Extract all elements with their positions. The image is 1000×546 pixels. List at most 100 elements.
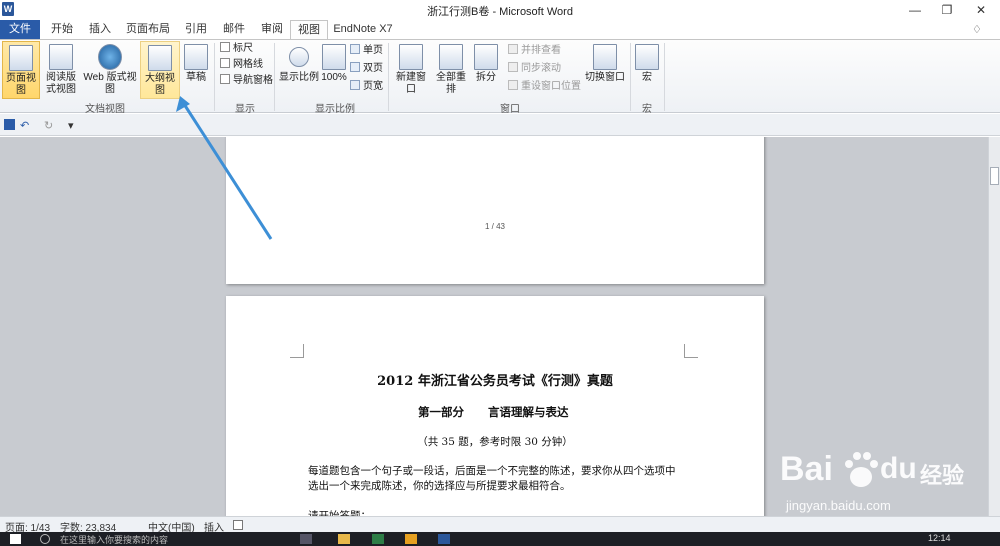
split-button[interactable]: 拆分 <box>472 41 500 99</box>
clock[interactable]: 12:14 <box>928 533 951 543</box>
page-width-button[interactable]: 页宽 <box>350 80 383 94</box>
taskview-icon[interactable] <box>300 534 312 544</box>
reset-window-position-button[interactable]: 重设窗口位置 <box>508 80 581 94</box>
ribbon-separator <box>388 43 389 111</box>
outline-view-button[interactable]: 大纲视图 <box>140 41 180 99</box>
side-by-side-label: 并排查看 <box>521 45 561 56</box>
two-pages-label: 双页 <box>363 63 383 74</box>
arrange-all-button[interactable]: 全部重排 <box>432 41 470 99</box>
tab-endnote[interactable]: EndNote X7 <box>332 20 394 39</box>
one-page-button[interactable]: 单页 <box>350 44 383 58</box>
switch-windows-label: 切换窗口 <box>585 72 625 83</box>
tab-file[interactable]: 文件 <box>0 20 40 39</box>
ribbon-collapse-icon[interactable]: ♢ <box>972 23 982 36</box>
zoom-button[interactable]: 显示比例 <box>278 41 320 99</box>
document-title[interactable]: 2012 年浙江省公务员考试《行测》真题 <box>226 370 764 389</box>
tab-mailings[interactable]: 邮件 <box>216 20 252 39</box>
zoom-100-button[interactable]: 100% <box>320 41 348 99</box>
minimize-button[interactable]: — <box>900 0 930 20</box>
page-width-label: 页宽 <box>363 81 383 92</box>
instruction-line-1[interactable]: 每道题包含一个句子或一段话，后面是一个不完整的陈述，要求你从四个选项中 <box>308 463 676 478</box>
group-label-zoom: 显示比例 <box>315 104 355 115</box>
tab-page-layout[interactable]: 页面布局 <box>122 20 174 39</box>
globe-icon <box>98 44 122 70</box>
customize-qat-icon[interactable]: ▾ <box>68 119 74 132</box>
navigation-pane-checkbox[interactable]: 导航窗格 <box>220 74 273 88</box>
start-answering[interactable]: 请开始答题： <box>308 508 371 516</box>
tab-review[interactable]: 审阅 <box>254 20 290 39</box>
checkbox-box <box>220 74 230 84</box>
ribbon-separator <box>630 43 631 111</box>
undo-icon[interactable]: ↶ <box>20 119 29 132</box>
page-1-bottom[interactable]: 1 / 43 <box>226 137 764 284</box>
page-100-icon <box>322 44 346 70</box>
windows-start-icon[interactable] <box>10 534 21 544</box>
web-layout-button[interactable]: Web 版式视图 <box>82 41 138 99</box>
gridlines-checkbox[interactable]: 网格线 <box>220 58 263 72</box>
sync-scroll-label: 同步滚动 <box>521 63 561 74</box>
reset-window-label: 重设窗口位置 <box>521 81 581 92</box>
macros-button[interactable]: 宏 <box>634 41 660 99</box>
page-view-icon <box>9 45 33 71</box>
instruction-line-2[interactable]: 选出一个来完成陈述，你的选择应与所提要求最相符合。 <box>308 478 571 493</box>
app-icon[interactable] <box>405 534 417 544</box>
taskbar-search-box[interactable]: 在这里输入你要搜索的内容 <box>60 533 168 546</box>
new-window-icon <box>399 44 423 70</box>
page-width-icon <box>350 80 360 90</box>
window-title: 浙江行测B卷 - Microsoft Word <box>427 6 573 18</box>
draft-view-button[interactable]: 草稿 <box>182 41 210 99</box>
scrollbar-thumb[interactable] <box>990 167 999 185</box>
one-page-icon <box>350 44 360 54</box>
outline-view-label: 大纲视图 <box>145 73 175 96</box>
watermark-brand: Bai <box>780 450 833 488</box>
ruler-label: 标尺 <box>233 43 253 54</box>
page-2[interactable]: 2012 年浙江省公务员考试《行测》真题 第一部分 言语理解与表达 （共 35 … <box>226 296 764 516</box>
reading-layout-label: 阅读版式视图 <box>46 72 76 95</box>
store-icon[interactable] <box>372 534 384 544</box>
floppy-icon[interactable] <box>4 119 15 130</box>
two-pages-button[interactable]: 双页 <box>350 62 383 76</box>
paw-icon <box>845 452 878 487</box>
search-icon[interactable] <box>40 534 50 544</box>
section-title[interactable]: 言语理解与表达 <box>488 404 569 420</box>
tab-home[interactable]: 开始 <box>44 20 80 39</box>
windows-taskbar: 在这里输入你要搜索的内容 12:14 <box>0 532 1000 546</box>
split-label: 拆分 <box>476 72 496 83</box>
arrange-all-label: 全部重排 <box>436 72 466 95</box>
close-button[interactable]: ✕ <box>966 0 996 20</box>
magnifier-icon <box>289 47 309 67</box>
sync-scroll-button[interactable]: 同步滚动 <box>508 62 561 76</box>
maximize-button[interactable]: ❐ <box>932 0 962 20</box>
ruler-checkbox[interactable]: 标尺 <box>220 42 253 56</box>
ribbon-separator <box>274 43 275 111</box>
quick-access-toolbar: ↶ ↻ ▾ <box>0 114 1000 136</box>
word-taskbar-icon[interactable] <box>438 534 450 544</box>
new-window-button[interactable]: 新建窗口 <box>392 41 430 99</box>
switch-windows-button[interactable]: 切换窗口 <box>584 41 626 99</box>
tab-view[interactable]: 视图 <box>290 20 328 40</box>
group-label-macro: 宏 <box>642 104 652 115</box>
book-icon <box>49 44 73 70</box>
outline-icon <box>148 45 172 71</box>
margin-corner-mark <box>290 344 304 358</box>
ribbon-separator <box>214 43 215 111</box>
section-part[interactable]: 第一部分 <box>418 404 464 420</box>
tab-references[interactable]: 引用 <box>178 20 214 39</box>
tab-insert[interactable]: 插入 <box>82 20 118 39</box>
explorer-icon[interactable] <box>338 534 350 544</box>
macro-record-icon[interactable] <box>233 520 243 530</box>
side-by-side-button[interactable]: 并排查看 <box>508 44 561 58</box>
reset-window-icon <box>508 80 518 90</box>
reading-layout-button[interactable]: 阅读版式视图 <box>42 41 80 99</box>
group-label-show: 显示 <box>235 104 255 115</box>
watermark-suffix: 经验 <box>920 463 965 488</box>
print-layout-button[interactable]: 页面视图 <box>2 41 40 99</box>
macro-icon <box>635 44 659 70</box>
watermark-brand-2: du <box>880 452 917 485</box>
margin-corner-mark <box>684 344 698 358</box>
split-icon <box>474 44 498 70</box>
ribbon: 页面视图 阅读版式视图 Web 版式视图 大纲视图 草稿 文档视图 标尺 网格线… <box>0 39 1000 115</box>
time-note[interactable]: （共 35 题，参考时限 30 分钟） <box>226 434 764 449</box>
zoom-label: 显示比例 <box>279 72 319 83</box>
redo-icon[interactable]: ↻ <box>44 119 53 132</box>
